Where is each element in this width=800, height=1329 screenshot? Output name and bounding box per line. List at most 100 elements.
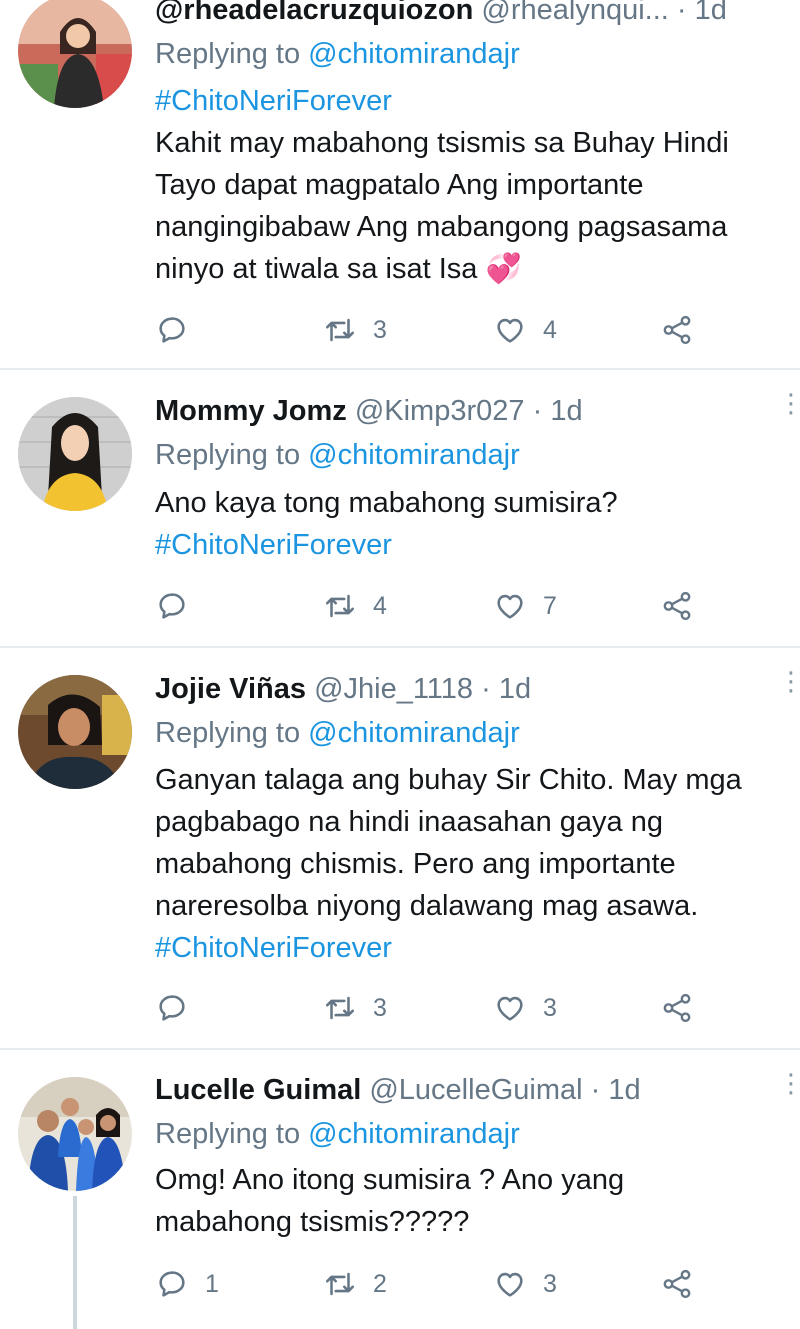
reply-button[interactable] bbox=[155, 988, 205, 1028]
like-icon bbox=[497, 318, 523, 343]
share-button[interactable] bbox=[660, 1264, 694, 1304]
display-name[interactable]: @rheadelacruzquiozon bbox=[155, 0, 473, 26]
avatar[interactable] bbox=[18, 1077, 132, 1191]
reply-icon bbox=[159, 1271, 185, 1297]
replying-to-label: Replying to bbox=[155, 38, 309, 70]
reply-count: 1 bbox=[205, 1269, 219, 1298]
like-count: 7 bbox=[543, 591, 557, 620]
retweet-button[interactable]: 4 bbox=[323, 586, 387, 626]
tweet-actions: 4 7 bbox=[155, 586, 755, 626]
display-name[interactable]: Mommy Jomz bbox=[155, 395, 347, 427]
more-options-button[interactable]: ⋮ bbox=[778, 1070, 800, 1096]
share-button[interactable] bbox=[660, 586, 694, 626]
retweet-count: 3 bbox=[373, 993, 387, 1022]
retweet-icon bbox=[325, 594, 355, 618]
mention-link[interactable]: @chitomirandajr bbox=[308, 1118, 520, 1150]
share-button[interactable] bbox=[660, 988, 694, 1028]
like-button[interactable]: 7 bbox=[493, 586, 557, 626]
user-handle[interactable]: @rhealynqui... bbox=[481, 0, 668, 26]
hashtag-link[interactable]: #ChitoNeriForever bbox=[155, 927, 790, 969]
share-icon bbox=[663, 591, 691, 621]
text-line: Kahit may mabahong tsismis sa Buhay Hind… bbox=[155, 127, 729, 159]
tweet-text: Omg! Ano itong sumisira ? Ano yang mabah… bbox=[155, 1159, 790, 1243]
user-handle[interactable]: @LucelleGuimal bbox=[369, 1074, 582, 1106]
text-line: Tayo dapat magpatalo Ang importante bbox=[155, 169, 644, 201]
retweet-button[interactable]: 2 bbox=[323, 1264, 387, 1304]
separator: · bbox=[532, 395, 543, 427]
reply-icon bbox=[159, 317, 185, 343]
timestamp[interactable]: 1d bbox=[608, 1074, 640, 1106]
like-button[interactable]: 3 bbox=[493, 1264, 557, 1304]
like-count: 4 bbox=[543, 315, 557, 344]
replying-to-label: Replying to bbox=[155, 717, 309, 749]
user-handle[interactable]: @Kimp3r027 bbox=[355, 395, 525, 427]
more-options-icon: ⋮ bbox=[778, 388, 800, 418]
hashtag-link[interactable]: #ChitoNeriForever bbox=[155, 80, 790, 122]
text-line: pagbabago na hindi inaasahan gaya ng bbox=[155, 806, 663, 838]
reply-button[interactable] bbox=[155, 586, 205, 626]
text-line: mabahong tsismis????? bbox=[155, 1206, 470, 1238]
reply-button[interactable]: 1 bbox=[155, 1264, 219, 1304]
timestamp[interactable]: 1d bbox=[550, 395, 582, 427]
retweet-button[interactable]: 3 bbox=[323, 310, 387, 350]
tweet-header: Jojie Viñas @Jhie_1118 · 1d bbox=[155, 671, 760, 707]
timestamp[interactable]: 1d bbox=[695, 0, 727, 26]
mention-link[interactable]: @chitomirandajr bbox=[308, 439, 520, 471]
more-options-icon: ⋮ bbox=[778, 1068, 800, 1098]
reply-icon bbox=[159, 593, 185, 619]
avatar[interactable] bbox=[18, 397, 132, 511]
replying-to-label: Replying to bbox=[155, 1118, 309, 1150]
share-icon bbox=[663, 315, 691, 345]
more-options-button[interactable]: ⋮ bbox=[778, 390, 800, 416]
like-count: 3 bbox=[543, 1269, 557, 1298]
text-line: Omg! Ano itong sumisira ? Ano yang bbox=[155, 1164, 625, 1196]
mention-link[interactable]: @chitomirandajr bbox=[308, 717, 520, 749]
text-line: Ganyan talaga ang buhay Sir Chito. May m… bbox=[155, 764, 742, 796]
replying-to: Replying to @chitomirandajr bbox=[155, 36, 520, 72]
replying-to: Replying to @chitomirandajr bbox=[155, 715, 520, 751]
text-line: nareresolba niyong dalawang mag asawa. bbox=[155, 890, 699, 922]
more-options-icon: ⋮ bbox=[778, 666, 800, 696]
tweet[interactable]: Jojie Viñas @Jhie_1118 · 1d ⋮ Replying t… bbox=[0, 648, 800, 1048]
like-button[interactable]: 4 bbox=[493, 310, 557, 350]
more-options-button[interactable]: ⋮ bbox=[778, 668, 800, 694]
like-icon bbox=[497, 1272, 523, 1297]
tweet-actions: 3 3 bbox=[155, 988, 755, 1028]
tweet[interactable]: Lucelle Guimal @LucelleGuimal · 1d ⋮ Rep… bbox=[0, 1050, 800, 1329]
tweet-header: @rheadelacruzquiozon @rhealynqui... · 1d bbox=[155, 0, 760, 28]
separator: · bbox=[481, 673, 491, 705]
retweet-button[interactable]: 3 bbox=[323, 988, 387, 1028]
share-icon bbox=[663, 993, 691, 1023]
tweet-header: Lucelle Guimal @LucelleGuimal · 1d bbox=[155, 1072, 760, 1108]
tweet[interactable]: Mommy Jomz @Kimp3r027 · 1d ⋮ Replying to… bbox=[0, 370, 800, 646]
avatar[interactable] bbox=[18, 675, 132, 789]
like-icon bbox=[497, 996, 523, 1021]
tweet-actions: 1 2 3 bbox=[155, 1264, 755, 1304]
replying-to-label: Replying to bbox=[155, 439, 309, 471]
like-button[interactable]: 3 bbox=[493, 988, 557, 1028]
avatar[interactable] bbox=[18, 0, 132, 108]
timestamp[interactable]: 1d bbox=[499, 673, 531, 705]
like-count: 3 bbox=[543, 993, 557, 1022]
text-line: nangingibabaw Ang mabangong pagsasama bbox=[155, 211, 728, 243]
mention-link[interactable]: @chitomirandajr bbox=[308, 38, 520, 70]
user-handle[interactable]: @Jhie_1118 bbox=[314, 673, 473, 705]
separator: · bbox=[590, 1074, 601, 1106]
share-button[interactable] bbox=[660, 310, 694, 350]
reply-button[interactable] bbox=[155, 310, 205, 350]
reply-icon bbox=[159, 995, 185, 1021]
display-name[interactable]: Lucelle Guimal bbox=[155, 1074, 361, 1106]
tweet-text: Ano kaya tong mabahong sumisira? #ChitoN… bbox=[155, 482, 790, 566]
retweet-icon bbox=[325, 996, 355, 1020]
tweet[interactable]: @rheadelacruzquiozon @rhealynqui... · 1d… bbox=[0, 0, 800, 368]
separator: · bbox=[676, 0, 687, 26]
tweet-text: #ChitoNeriForever Kahit may mabahong tsi… bbox=[155, 80, 790, 290]
thread-line bbox=[73, 1196, 77, 1329]
display-name[interactable]: Jojie Viñas bbox=[155, 673, 306, 705]
retweet-count: 2 bbox=[373, 1269, 387, 1298]
hashtag-link[interactable]: #ChitoNeriForever bbox=[155, 524, 790, 566]
tweet-header: Mommy Jomz @Kimp3r027 · 1d bbox=[155, 393, 760, 429]
replying-to: Replying to @chitomirandajr bbox=[155, 437, 520, 473]
text-line: Ano kaya tong mabahong sumisira? bbox=[155, 487, 618, 519]
tweet-text: Ganyan talaga ang buhay Sir Chito. May m… bbox=[155, 759, 790, 969]
